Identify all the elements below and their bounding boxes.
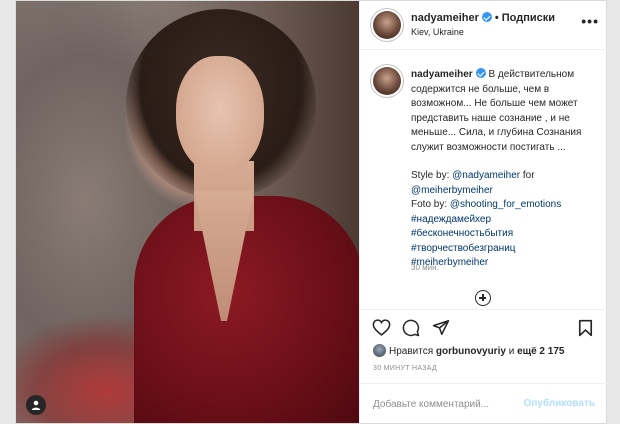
likes-prefix: Нравится [389, 346, 436, 357]
caption-credits: Style by: @nadyameiher for @meiherbymeih… [411, 169, 591, 271]
tagged-user-icon[interactable] [26, 395, 46, 415]
post-photo[interactable] [16, 1, 359, 423]
hashtag[interactable]: #надеждамейхер [411, 214, 491, 225]
action-bar [360, 309, 607, 344]
caption-text: nadyameiher В действительном содержится … [411, 68, 591, 271]
caption-avatar[interactable] [373, 67, 401, 95]
save-bookmark-icon[interactable] [578, 319, 593, 342]
comment-input[interactable] [373, 396, 523, 412]
author-username[interactable]: nadyameiher [411, 12, 479, 24]
caption-verified-icon [475, 68, 486, 78]
style-mention[interactable]: @nadyameiher [452, 170, 520, 181]
likes-summary: Нравится gorbunovyuriy и ещё 2 175 [373, 344, 564, 357]
separator-dot: • [494, 12, 499, 24]
instagram-post: nadyameiher • Подписки Kiev, Ukraine ••• n… [15, 0, 607, 424]
caption-username[interactable]: nadyameiher [411, 69, 473, 80]
load-more-comments-icon[interactable] [475, 290, 491, 306]
style-for: for [520, 170, 535, 181]
style-mention-2[interactable]: @meiherbymeiher [411, 185, 493, 196]
foto-mention[interactable]: @shooting_for_emotions [450, 199, 561, 210]
hashtag[interactable]: #бесконечностьбытия [411, 228, 513, 239]
comment-form: Опубликовать [360, 383, 607, 424]
more-options-icon[interactable]: ••• [581, 13, 599, 29]
post-header: nadyameiher • Подписки Kiev, Ukraine ••• [360, 1, 607, 50]
likes-middle: и [505, 346, 518, 357]
likes-count[interactable]: ещё 2 175 [517, 346, 564, 357]
author-line: nadyameiher • Подписки [411, 12, 555, 24]
photo-face [176, 56, 264, 174]
share-direct-icon[interactable] [432, 319, 450, 341]
liker-avatar[interactable] [373, 344, 386, 357]
post-date: 30 МИНУТ НАЗАД [373, 365, 438, 372]
style-prefix: Style by: [411, 170, 453, 181]
caption-area: nadyameiher В действительном содержится … [360, 50, 607, 308]
like-heart-icon[interactable] [372, 319, 391, 341]
follow-button[interactable]: Подписки [502, 12, 555, 24]
verified-badge-icon [481, 12, 492, 22]
comment-bubble-icon[interactable] [402, 319, 420, 342]
foto-prefix: Foto by: [411, 199, 450, 210]
post-sidebar: nadyameiher • Подписки Kiev, Ukraine ••• n… [359, 1, 607, 423]
publish-button[interactable]: Опубликовать [524, 398, 595, 409]
caption-time: 30 мин. [411, 263, 439, 272]
author-avatar[interactable] [373, 11, 401, 39]
hashtag[interactable]: #творчествобезграниц [411, 243, 516, 254]
liker-username[interactable]: gorbunovyuriy [436, 346, 506, 357]
caption-body: В действительном содержится не больше, ч… [411, 69, 582, 153]
post-location[interactable]: Kiev, Ukraine [411, 27, 464, 37]
